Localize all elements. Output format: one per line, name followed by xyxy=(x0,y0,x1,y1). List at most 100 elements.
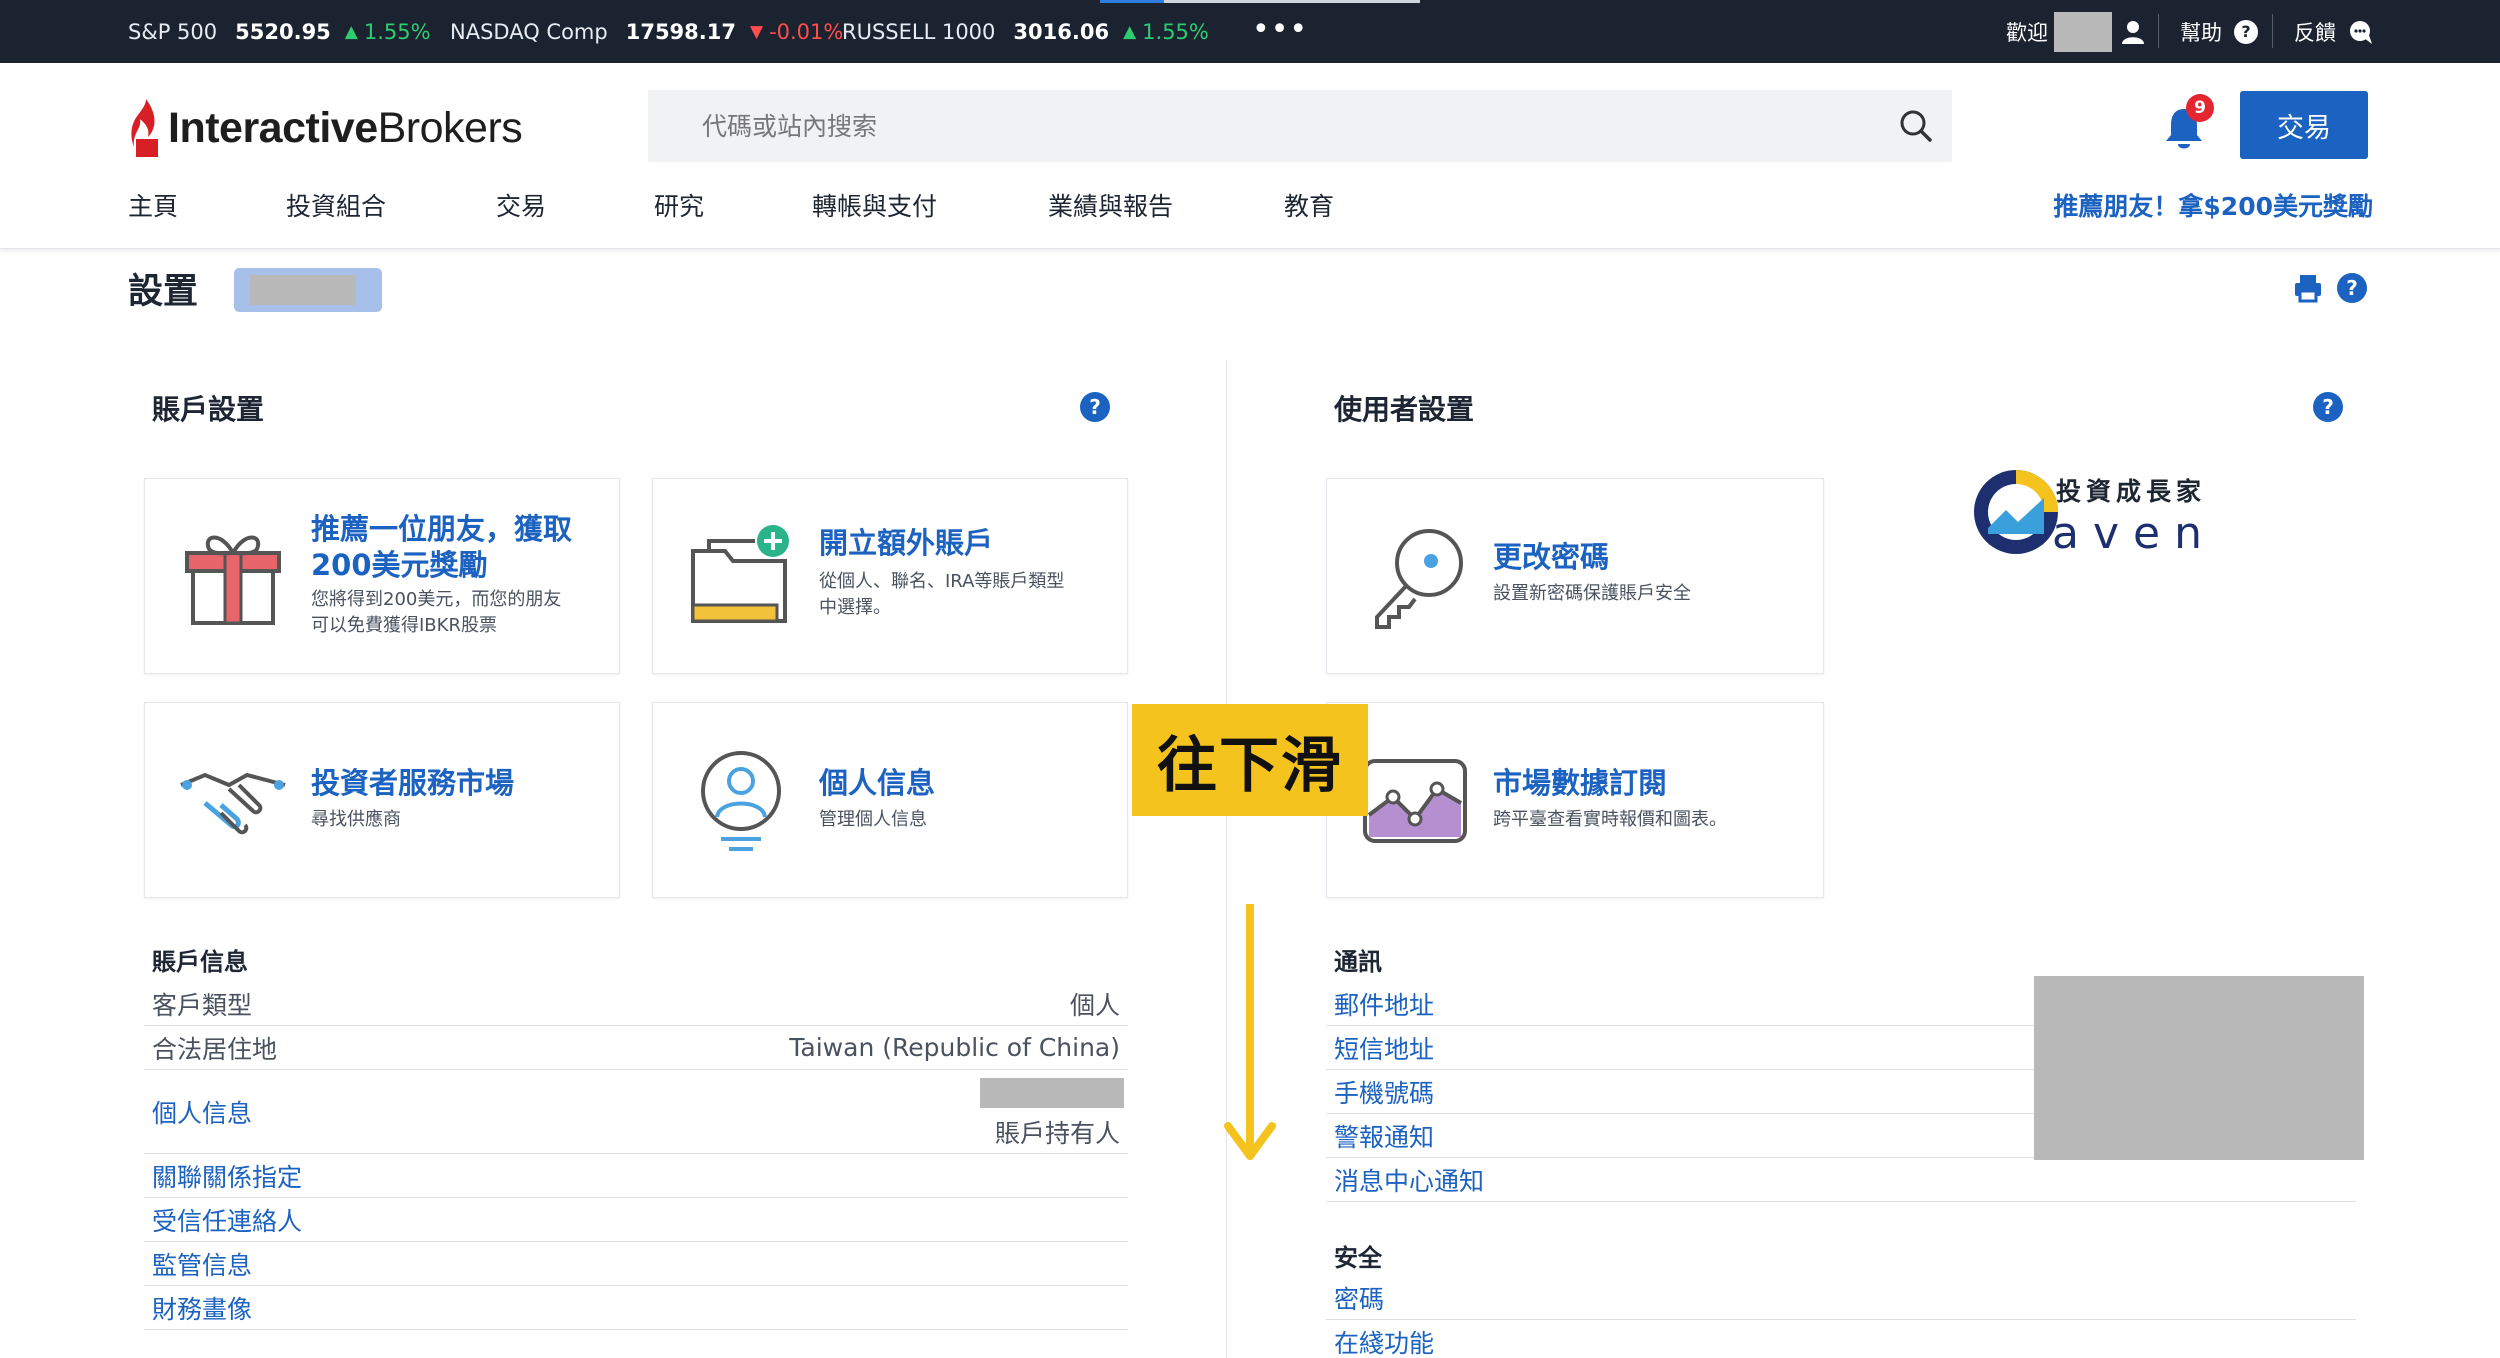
ticker-value: 3016.06 xyxy=(1013,19,1110,44)
nav-home[interactable]: 主頁 xyxy=(128,187,178,223)
tile-title: 開立額外賬戶 xyxy=(819,526,994,560)
nav-research[interactable]: 研究 xyxy=(654,187,704,223)
account-info-row: 受信任連絡人 xyxy=(144,1198,1128,1242)
feedback-menu[interactable]: 反饋 xyxy=(2294,0,2374,63)
nav-education[interactable]: 教育 xyxy=(1284,187,1334,223)
trusted-contact-link[interactable]: 受信任連絡人 xyxy=(152,1202,302,1238)
tile-title: 更改密碼 xyxy=(1493,540,1610,574)
tile-description: 您將得到200美元，而您的朋友 xyxy=(311,589,562,610)
refer-friend-link[interactable]: 推薦朋友！拿$200美元獎勵 xyxy=(2053,187,2373,223)
tile-description: 跨平臺查看實時報價和圖表。 xyxy=(1493,809,1727,830)
row-label: 合法居住地 xyxy=(152,1034,278,1064)
feedback-label: 反饋 xyxy=(2294,20,2336,45)
person-icon xyxy=(701,751,781,851)
tile-investor-marketplace[interactable]: 投資者服務市場 尋找供應商 xyxy=(144,702,620,898)
tile-description: 中選擇。 xyxy=(819,597,891,618)
mobile-number-link[interactable]: 手機號碼 xyxy=(1334,1074,1434,1110)
up-arrow-icon: ▲ xyxy=(344,21,358,42)
folder-add-icon xyxy=(691,525,789,623)
scroll-down-label: 往下滑 xyxy=(1132,704,1368,816)
security-row: 密碼 xyxy=(1326,1276,2356,1320)
search-input[interactable] xyxy=(702,90,1852,162)
tile-title: 200美元獎勵 xyxy=(311,548,488,582)
ticker-item-russell[interactable]: RUSSELL 1000 3016.06 ▲ 1.55% xyxy=(842,0,1209,63)
password-link[interactable]: 密碼 xyxy=(1334,1280,1384,1316)
message-center-link[interactable]: 消息中心通知 xyxy=(1334,1162,1484,1198)
account-selector[interactable] xyxy=(234,268,382,312)
gift-icon xyxy=(185,535,281,625)
ticker-name: NASDAQ Comp xyxy=(450,19,608,44)
tile-description: 管理個人信息 xyxy=(819,809,927,830)
welcome-label: 歡迎 xyxy=(2006,20,2048,45)
divider xyxy=(2158,14,2159,48)
user-settings-help-icon[interactable]: ? xyxy=(2313,392,2343,422)
tile-personal-info[interactable]: 個人信息 管理個人信息 xyxy=(652,702,1128,898)
ticker-item-sp500[interactable]: S&P 500 5520.95 ▲ 1.55% xyxy=(128,0,431,63)
print-icon[interactable] xyxy=(2292,272,2324,304)
account-info-row: 關聯關係指定 xyxy=(144,1154,1128,1198)
redacted-contact-info xyxy=(2034,976,2364,1160)
tile-title: 推薦一位朋友，獲取 xyxy=(311,512,573,546)
nav-transfer-pay[interactable]: 轉帳與支付 xyxy=(812,187,937,223)
account-info-row: 個人信息 賬戶持有人 xyxy=(144,1070,1128,1154)
user-icon xyxy=(2122,20,2144,44)
redacted-account-id xyxy=(250,275,356,305)
ibkr-flame-icon xyxy=(131,99,158,157)
account-info-row: 客戶類型 個人 xyxy=(144,982,1128,1026)
scroll-down-arrow-icon xyxy=(1224,904,1276,1160)
ticker-change: 1.55% xyxy=(1142,19,1209,44)
account-settings-help-icon[interactable]: ? xyxy=(1080,392,1110,422)
ticker-name: RUSSELL 1000 xyxy=(842,19,996,44)
alert-notifications-link[interactable]: 警報通知 xyxy=(1334,1118,1434,1154)
page-title: 設置 xyxy=(128,272,199,312)
ticker-more-icon[interactable]: ••• xyxy=(1252,12,1308,47)
financial-profile-link[interactable]: 財務畫像 xyxy=(152,1290,252,1326)
tile-description: 從個人、聯名、IRA等賬戶類型 xyxy=(819,571,1065,592)
nav-trade[interactable]: 交易 xyxy=(496,187,546,223)
tile-market-data[interactable]: 市場數據訂閱 跨平臺查看實時報價和圖表。 xyxy=(1326,702,1824,898)
affiliation-designation-link[interactable]: 關聯關係指定 xyxy=(152,1158,302,1194)
personal-info-link[interactable]: 個人信息 xyxy=(152,1094,252,1130)
email-address-link[interactable]: 郵件地址 xyxy=(1334,986,1434,1022)
nav-portfolio[interactable]: 投資組合 xyxy=(286,187,386,223)
tile-refer-friend[interactable]: 推薦一位朋友，獲取 200美元獎勵 您將得到200美元，而您的朋友 可以免費獲得… xyxy=(144,478,620,674)
market-ticker-bar: S&P 500 5520.95 ▲ 1.55% NASDAQ Comp 1759… xyxy=(0,0,2500,63)
welcome-user-menu[interactable]: 歡迎 xyxy=(2006,0,2146,63)
nav-performance-reports[interactable]: 業績與報告 xyxy=(1048,187,1173,223)
search-box xyxy=(648,90,1952,162)
key-icon xyxy=(1375,529,1463,629)
online-features-link[interactable]: 在綫功能 xyxy=(1334,1324,1434,1358)
search-icon[interactable] xyxy=(1894,104,1938,148)
tile-description: 可以免費獲得IBKR股票 xyxy=(311,615,497,636)
watermark-text: aven xyxy=(2052,508,2216,559)
column-divider xyxy=(1226,360,1227,1358)
tile-description: 尋找供應商 xyxy=(311,809,401,830)
ticker-change: -0.01% xyxy=(769,19,844,44)
row-value: Taiwan (Republic of China) xyxy=(789,1033,1120,1062)
redacted-username xyxy=(2054,11,2112,52)
communication-row: 消息中心通知 xyxy=(1326,1158,2356,1202)
help-label: 幫助 xyxy=(2180,20,2222,45)
account-settings-title: 賬戶設置 xyxy=(152,393,265,426)
handshake-icon xyxy=(180,772,286,835)
divider xyxy=(2272,14,2273,48)
row-value: 個人 xyxy=(1069,990,1120,1020)
chat-bubble-icon xyxy=(2350,20,2372,44)
tile-open-account[interactable]: 開立額外賬戶 從個人、聯名、IRA等賬戶類型 中選擇。 xyxy=(652,478,1128,674)
ibkr-logo[interactable]: InteractiveBrokers xyxy=(128,93,523,163)
page-help-icon[interactable]: ? xyxy=(2337,273,2367,303)
watermark-emblem-icon xyxy=(1974,470,2058,554)
tile-change-password[interactable]: 更改密碼 設置新密碼保護賬戶安全 xyxy=(1326,478,1824,674)
down-arrow-icon: ▼ xyxy=(749,21,764,42)
account-info-row: 監管信息 xyxy=(144,1242,1128,1286)
help-menu[interactable]: 幫助 ? xyxy=(2180,0,2258,63)
ticker-item-nasdaq[interactable]: NASDAQ Comp 17598.17 ▼ -0.01% xyxy=(450,0,843,63)
tile-title: 市場數據訂閱 xyxy=(1493,766,1668,800)
regulatory-info-link[interactable]: 監管信息 xyxy=(152,1246,252,1282)
account-info-row: 合法居住地 Taiwan (Republic of China) xyxy=(144,1026,1128,1070)
watermark-text: 投資成長家 xyxy=(2056,477,2207,506)
trade-button[interactable]: 交易 xyxy=(2240,91,2368,159)
redacted-name xyxy=(980,1078,1124,1108)
tile-title: 投資者服務市場 xyxy=(311,766,515,800)
sms-address-link[interactable]: 短信地址 xyxy=(1334,1030,1434,1066)
